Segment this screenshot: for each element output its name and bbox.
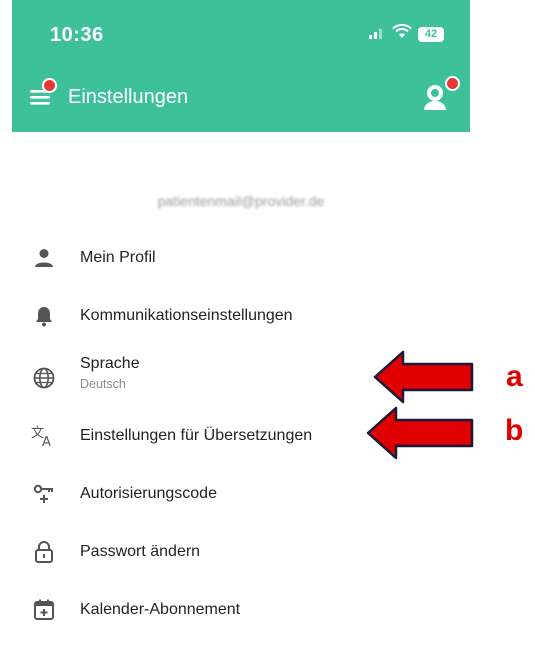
arrow-a-icon	[373, 350, 474, 404]
annotation-label-b: b	[505, 414, 524, 447]
annotation-overlay	[366, 350, 474, 460]
arrow-b-icon	[366, 406, 474, 460]
annotation-label-a: a	[506, 360, 523, 393]
